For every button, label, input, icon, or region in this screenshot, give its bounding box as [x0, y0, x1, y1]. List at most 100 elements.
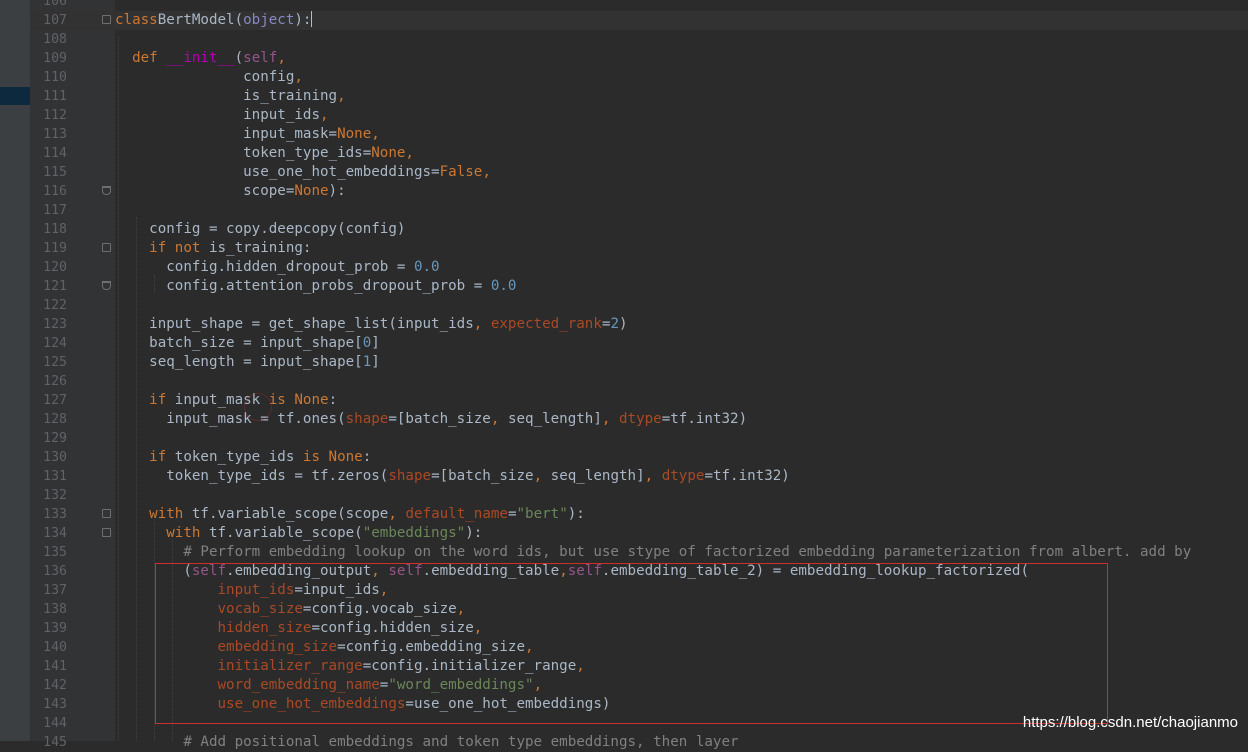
code-token: def — [132, 50, 167, 66]
fold-end-icon[interactable] — [102, 186, 111, 195]
code-token: if — [149, 392, 175, 408]
line-number: 142 — [43, 678, 67, 693]
fold-start-icon[interactable] — [102, 528, 111, 537]
code-token: is_training — [115, 88, 338, 104]
code-token: shape — [388, 468, 432, 484]
code-text: if token_type_ids is None: — [115, 448, 371, 467]
code-line[interactable]: 119 if not is_training: — [31, 239, 1248, 258]
tool-window-strip[interactable] — [0, 0, 31, 741]
code-token: class — [115, 12, 158, 28]
code-line[interactable]: 134 with tf.variable_scope("embeddings")… — [31, 524, 1248, 543]
fold-end-icon[interactable] — [102, 281, 111, 290]
code-line[interactable]: 122 — [31, 296, 1248, 315]
code-line[interactable]: 113 input_mask=None, — [31, 125, 1248, 144]
code-token: None — [294, 183, 329, 199]
code-line[interactable]: 108 — [31, 30, 1248, 49]
code-text: input_ids, — [115, 106, 328, 125]
code-token: expected_rank — [490, 316, 602, 332]
code-text: config, — [115, 68, 303, 87]
code-line[interactable]: 129 — [31, 429, 1248, 448]
code-line[interactable]: 112 input_ids, — [31, 106, 1248, 125]
fold-start-icon[interactable] — [102, 15, 111, 24]
code-line[interactable]: 115 use_one_hot_embeddings=False, — [31, 163, 1248, 182]
code-token: ] — [371, 354, 380, 370]
line-number: 129 — [43, 431, 67, 446]
code-token: 1 — [362, 354, 372, 370]
code-line[interactable]: 133 with tf.variable_scope(scope, defaul… — [31, 505, 1248, 524]
code-line[interactable]: 117 — [31, 201, 1248, 220]
line-number: 139 — [43, 621, 67, 636]
code-token: config — [115, 69, 295, 85]
code-token: seq_length] — [507, 411, 602, 427]
code-line[interactable]: 123 input_shape = get_shape_list(input_i… — [31, 315, 1248, 334]
code-token: config = copy.deepcopy(config) — [115, 221, 406, 237]
code-token: , — [601, 411, 619, 427]
code-text: input_shape = get_shape_list(input_ids, … — [115, 315, 628, 334]
intention-bulb-icon[interactable] — [244, 393, 272, 421]
code-token: tf.variable_scope( — [208, 525, 363, 541]
code-line[interactable]: 125 seq_length = input_shape[1] — [31, 353, 1248, 372]
code-text: input_mask = tf.ones(shape=[batch_size, … — [115, 410, 747, 429]
line-number: 138 — [43, 602, 67, 617]
fold-start-icon[interactable] — [102, 243, 111, 252]
code-line[interactable]: 111 is_training, — [31, 87, 1248, 106]
line-number: 133 — [43, 507, 67, 522]
code-line[interactable]: 121 config.attention_probs_dropout_prob … — [31, 277, 1248, 296]
code-line[interactable]: 118 config = copy.deepcopy(config) — [31, 220, 1248, 239]
code-token: : — [328, 392, 338, 408]
code-text: # Perform embedding lookup on the word i… — [115, 543, 1191, 562]
line-number: 143 — [43, 697, 67, 712]
line-number: 135 — [43, 545, 67, 560]
code-token: token_type_ids — [174, 449, 303, 465]
line-number: 121 — [43, 279, 67, 294]
code-line[interactable]: 130 if token_type_ids is None: — [31, 448, 1248, 467]
line-number: 106 — [43, 0, 67, 9]
code-token: object — [243, 12, 295, 28]
code-line[interactable]: 116 scope=None): — [31, 182, 1248, 201]
code-line[interactable]: 110 config, — [31, 68, 1248, 87]
code-text: config = copy.deepcopy(config) — [115, 220, 405, 239]
code-token: scope= — [115, 183, 295, 199]
code-line[interactable]: 132 — [31, 486, 1248, 505]
text-caret — [311, 11, 313, 27]
code-line[interactable]: 127 if input_mask is None: — [31, 391, 1248, 410]
code-token: with — [149, 506, 192, 522]
code-text: input_mask=None, — [115, 125, 380, 144]
project-panel-selection — [0, 87, 30, 105]
code-token: if not — [149, 240, 209, 256]
code-token: self — [243, 50, 278, 66]
code-token: =tf.int32) — [704, 468, 790, 484]
code-token: , — [533, 468, 551, 484]
line-number: 124 — [43, 336, 67, 351]
code-text: token_type_ids = tf.zeros(shape=[batch_s… — [115, 467, 790, 486]
code-token: input_ids — [115, 107, 320, 123]
code-line[interactable]: 135 # Perform embedding lookup on the wo… — [31, 543, 1248, 562]
fold-start-icon[interactable] — [102, 509, 111, 518]
code-token: , — [644, 468, 662, 484]
line-number: 144 — [43, 716, 67, 731]
code-line[interactable]: 124 batch_size = input_shape[0] — [31, 334, 1248, 353]
code-line[interactable]: 126 — [31, 372, 1248, 391]
code-line[interactable]: 114 token_type_ids=None, — [31, 144, 1248, 163]
code-text: with tf.variable_scope(scope, default_na… — [115, 505, 585, 524]
code-token: with — [166, 525, 209, 541]
code-line[interactable]: 145 # Add positional embeddings and toke… — [31, 733, 1248, 752]
code-line[interactable]: 131 token_type_ids = tf.zeros(shape=[bat… — [31, 467, 1248, 486]
code-line[interactable]: 128 input_mask = tf.ones(shape=[batch_si… — [31, 410, 1248, 429]
code-line[interactable]: 120 config.hidden_dropout_prob = 0.0 — [31, 258, 1248, 277]
code-token: ) — [618, 316, 628, 332]
code-text: config.hidden_dropout_prob = 0.0 — [115, 258, 439, 277]
code-token: # Perform embedding lookup on the word i… — [183, 544, 1192, 560]
code-line[interactable]: 106 — [31, 0, 1248, 11]
code-token: , — [490, 411, 508, 427]
code-line[interactable]: 109 def __init__(self, — [31, 49, 1248, 68]
code-line[interactable]: 107 classBertModel(object): — [31, 11, 1248, 30]
code-token: =[batch_size — [388, 411, 491, 427]
code-text: with tf.variable_scope("embeddings"): — [115, 524, 482, 543]
line-number: 141 — [43, 659, 67, 674]
